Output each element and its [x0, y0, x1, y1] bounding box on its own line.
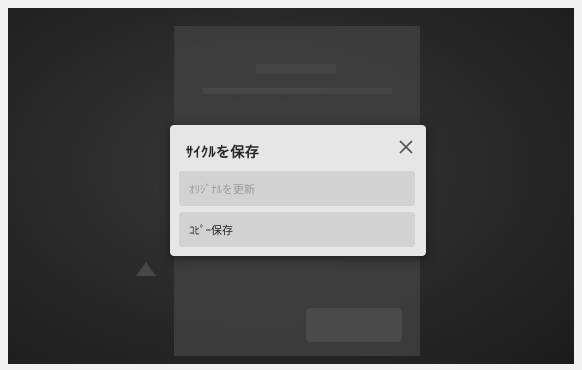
close-icon: [399, 140, 413, 154]
photo-frame: ｻｲｸﾙを保存 ｵﾘｼﾞﾅﾙを更新 ｺﾋﾟｰ保存: [0, 0, 582, 370]
background-warning-icon: [136, 262, 156, 276]
save-cycle-dialog: ｻｲｸﾙを保存 ｵﾘｼﾞﾅﾙを更新 ｺﾋﾟｰ保存: [170, 125, 426, 256]
save-copy-button[interactable]: ｺﾋﾟｰ保存: [179, 212, 415, 247]
device-screen: ｻｲｸﾙを保存 ｵﾘｼﾞﾅﾙを更新 ｺﾋﾟｰ保存: [8, 8, 574, 364]
background-button: [306, 308, 402, 342]
close-button[interactable]: [396, 137, 416, 157]
save-copy-label: ｺﾋﾟｰ保存: [189, 224, 233, 237]
background-heading: [256, 64, 336, 74]
background-text-line: [202, 88, 392, 94]
update-original-label: ｵﾘｼﾞﾅﾙを更新: [189, 183, 255, 196]
update-original-button[interactable]: ｵﾘｼﾞﾅﾙを更新: [179, 171, 415, 206]
dialog-title: ｻｲｸﾙを保存: [186, 145, 260, 161]
